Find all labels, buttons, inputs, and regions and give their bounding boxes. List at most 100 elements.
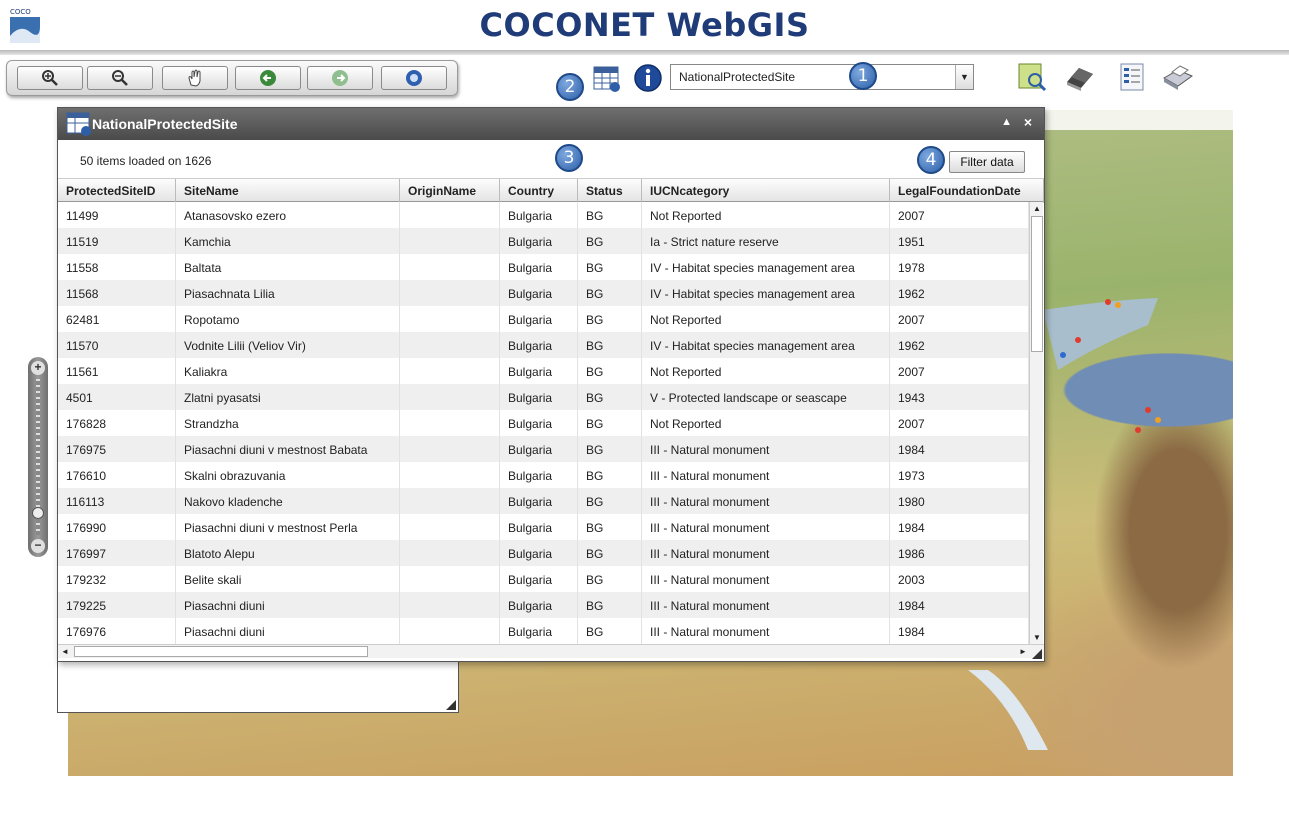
table-cell: III - Natural monument: [642, 618, 890, 644]
table-cell: 11570: [58, 332, 176, 358]
table-cell: 11558: [58, 254, 176, 280]
table-cell: Bulgaria: [500, 306, 578, 332]
column-header[interactable]: LegalFoundationDate: [890, 179, 1044, 203]
zoom-slider[interactable]: + −: [28, 357, 48, 557]
table-row[interactable]: 62481 Ropotamo Bulgaria BG Not Reported 2007: [58, 306, 1029, 332]
collapse-icon[interactable]: ▲: [1001, 116, 1012, 128]
table-cell: Atanasovsko ezero: [176, 202, 400, 228]
annotation-marker-3: 3: [555, 144, 583, 172]
annotation-marker-1: 1: [849, 62, 877, 90]
column-header[interactable]: IUCNcategory: [642, 179, 890, 203]
table-row[interactable]: 176976 Piasachni diuni Bulgaria BG III - Nat…: [58, 618, 1029, 644]
scroll-down-icon[interactable]: ▼: [1030, 631, 1044, 644]
table-row[interactable]: 176828 Strandzha Bulgaria BG Not Reported 200…: [58, 410, 1029, 436]
table-cell: 11568: [58, 280, 176, 306]
table-row[interactable]: 11570 Vodnite Lilii (Veliov Vir) Bulgaria B…: [58, 332, 1029, 358]
full-extent-button[interactable]: [381, 66, 447, 90]
vertical-scrollbar[interactable]: ▲ ▼: [1029, 202, 1043, 644]
table-cell: Bulgaria: [500, 566, 578, 592]
scroll-left-icon[interactable]: ◄: [58, 645, 72, 658]
column-header[interactable]: ProtectedSiteID: [58, 179, 176, 203]
table-row[interactable]: 179232 Belite skali Bulgaria BG III - Natura…: [58, 566, 1029, 592]
table-cell: Bulgaria: [500, 280, 578, 306]
table-row[interactable]: 176990 Piasachni diuni v mestnost Perla Bu…: [58, 514, 1029, 540]
window-title: NationalProtectedSite: [92, 116, 238, 132]
zoom-out-icon: [112, 70, 128, 86]
table-cell: 1962: [890, 332, 1029, 358]
column-header[interactable]: Country: [500, 179, 578, 203]
table-cell: [400, 332, 500, 358]
window-titlebar[interactable]: NationalProtectedSite ▲ ×: [58, 108, 1044, 140]
table-cell: [400, 254, 500, 280]
annotation-marker-2: 2: [556, 73, 584, 101]
table-row[interactable]: 176997 Blatoto Alepu Bulgaria BG III - Natur…: [58, 540, 1029, 566]
zoom-minus-button[interactable]: −: [31, 539, 45, 553]
table-cell: Not Reported: [642, 358, 890, 384]
table-cell: Bulgaria: [500, 618, 578, 644]
table-cell: BG: [578, 358, 642, 384]
table-row[interactable]: 11499 Atanasovsko ezero Bulgaria BG Not Repo…: [58, 202, 1029, 228]
horizontal-scrollbar[interactable]: ◄ ►: [58, 644, 1044, 658]
column-header[interactable]: SiteName: [176, 179, 400, 203]
table-cell: Not Reported: [642, 306, 890, 332]
layer-select-dropdown[interactable]: NationalProtectedSite ▼: [670, 64, 974, 90]
table-cell: 11519: [58, 228, 176, 254]
filter-data-button[interactable]: Filter data: [949, 151, 1025, 173]
table-cell: BG: [578, 436, 642, 462]
table-cell: BG: [578, 254, 642, 280]
pan-button[interactable]: [162, 66, 228, 90]
table-row[interactable]: 176975 Piasachni diuni v mestnost Babata B…: [58, 436, 1029, 462]
print-button[interactable]: [1160, 62, 1194, 92]
table-row[interactable]: 11558 Baltata Bulgaria BG IV - Habitat speci…: [58, 254, 1029, 280]
scroll-up-icon[interactable]: ▲: [1030, 202, 1044, 215]
table-row[interactable]: 176610 Skalni obrazuvania Bulgaria BG III - …: [58, 462, 1029, 488]
table-cell: [400, 384, 500, 410]
items-loaded-status: 50 items loaded on 1626: [80, 154, 212, 168]
zoom-plus-button[interactable]: +: [31, 361, 45, 375]
previous-extent-button[interactable]: [235, 66, 301, 90]
table-icon: [593, 66, 620, 92]
close-icon[interactable]: ×: [1024, 114, 1032, 130]
table-cell: Piasachnata Lilia: [176, 280, 400, 306]
table-row[interactable]: 11568 Piasachnata Lilia Bulgaria BG IV - Hab…: [58, 280, 1029, 306]
table-cell: 179225: [58, 592, 176, 618]
zoom-out-button[interactable]: [87, 66, 153, 90]
table-cell: BG: [578, 488, 642, 514]
table-cell: Nakovo kladenche: [176, 488, 400, 514]
table-cell: Ia - Strict nature reserve: [642, 228, 890, 254]
table-cell: BG: [578, 592, 642, 618]
zoom-in-button[interactable]: [17, 66, 83, 90]
table-row[interactable]: 116113 Nakovo kladenche Bulgaria BG III - Na…: [58, 488, 1029, 514]
identify-tool-button[interactable]: [1017, 62, 1047, 92]
info-button[interactable]: [633, 63, 663, 93]
legend-button[interactable]: [1118, 62, 1148, 92]
table-cell: 1980: [890, 488, 1029, 514]
table-cell: 176976: [58, 618, 176, 644]
table-cell: BG: [578, 514, 642, 540]
column-header[interactable]: OriginName: [400, 179, 500, 203]
table-row[interactable]: 4501 Zlatni pyasatsi Bulgaria BG V - Protect…: [58, 384, 1029, 410]
grid-body: 11499 Atanasovsko ezero Bulgaria BG Not Repo…: [58, 202, 1029, 644]
vertical-scroll-thumb[interactable]: [1031, 216, 1043, 352]
table-cell: [400, 462, 500, 488]
table-cell: Bulgaria: [500, 436, 578, 462]
resize-handle-icon[interactable]: [1032, 649, 1042, 659]
horizontal-scroll-thumb[interactable]: [74, 646, 368, 657]
attribute-table-button[interactable]: [592, 64, 622, 94]
table-row[interactable]: 179225 Piasachni diuni Bulgaria BG III - Nat…: [58, 592, 1029, 618]
table-cell: V - Protected landscape or seascape: [642, 384, 890, 410]
clear-button[interactable]: [1063, 62, 1093, 92]
table-cell: Bulgaria: [500, 228, 578, 254]
zoom-thumb[interactable]: [32, 507, 44, 519]
table-cell: 176975: [58, 436, 176, 462]
attribute-grid: ProtectedSiteID SiteName OriginName Country…: [58, 178, 1044, 660]
app-title: COCONET WebGIS: [479, 6, 810, 44]
table-row[interactable]: 11519 Kamchia Bulgaria BG Ia - Strict nature…: [58, 228, 1029, 254]
print-icon: [1162, 65, 1194, 90]
scroll-right-icon[interactable]: ►: [1016, 645, 1030, 658]
next-extent-button[interactable]: [307, 66, 373, 90]
table-cell: BG: [578, 384, 642, 410]
resize-handle-icon[interactable]: [446, 700, 456, 710]
column-header[interactable]: Status: [578, 179, 642, 203]
table-row[interactable]: 11561 Kaliakra Bulgaria BG Not Reported 2007: [58, 358, 1029, 384]
